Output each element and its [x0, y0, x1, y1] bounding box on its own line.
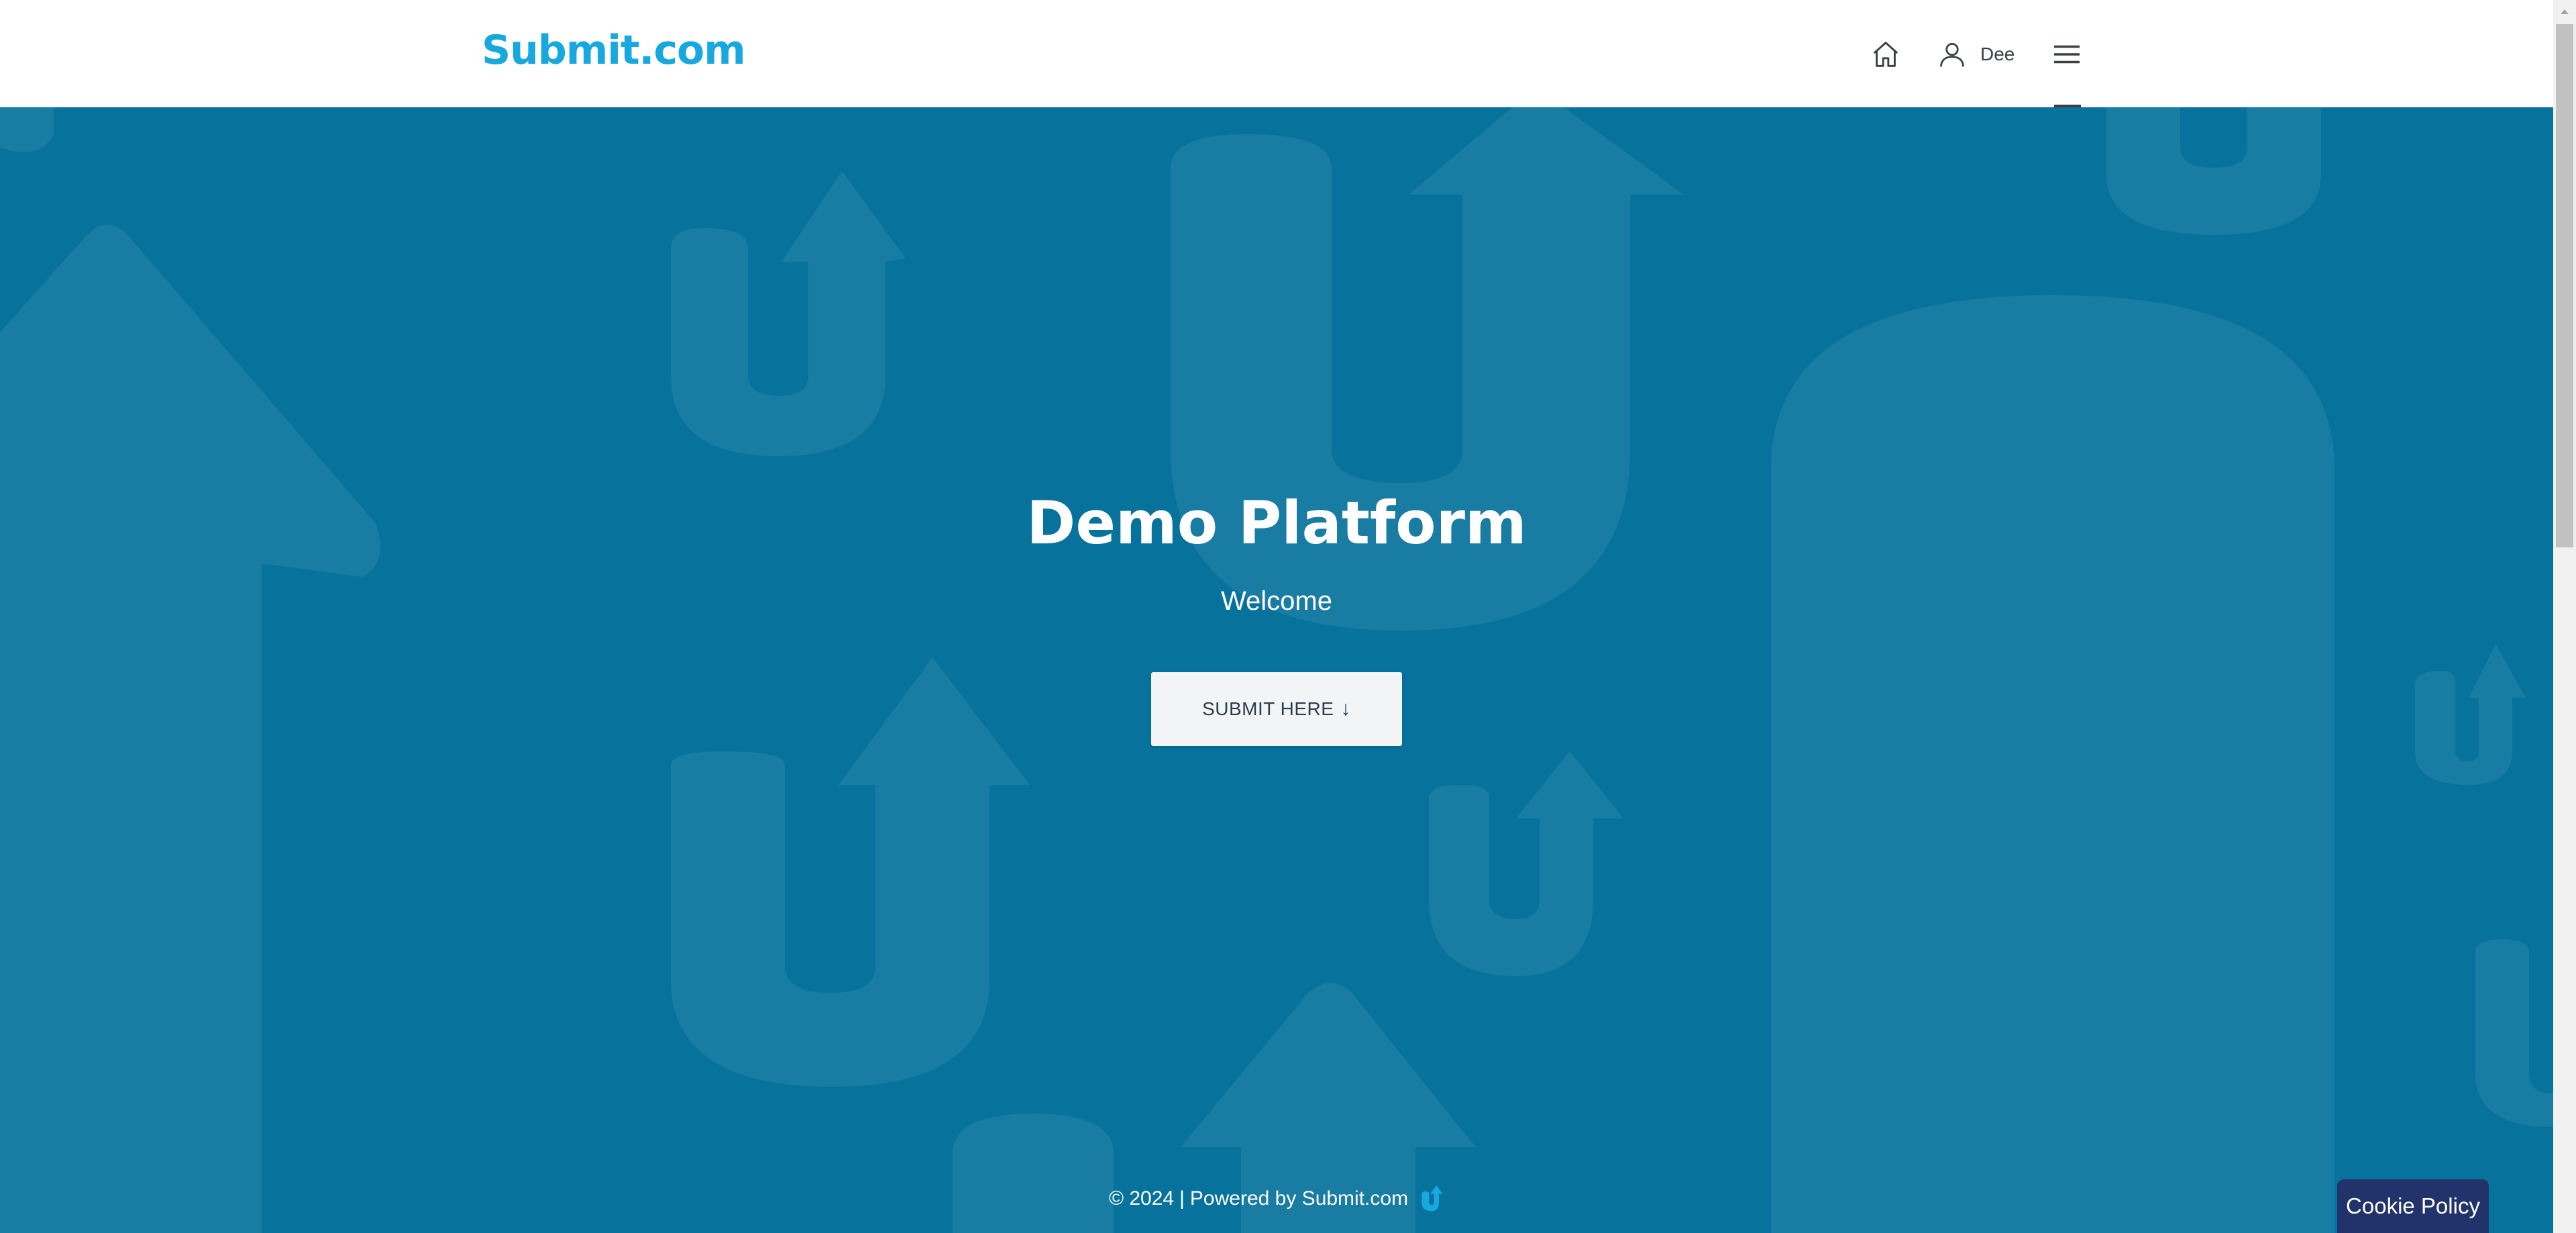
user-icon [1940, 43, 1964, 67]
scrollbar-thumb[interactable] [2556, 24, 2573, 547]
top-header: Submit.com Dee [0, 0, 2553, 107]
user-account-button[interactable]: Dee [1937, 38, 2015, 71]
bg-arrow-small-right [2415, 644, 2526, 785]
submit-logo-icon[interactable] [1419, 1184, 1444, 1214]
scroll-up-arrow-icon[interactable] [2553, 0, 2576, 23]
bg-u-huge-right [1771, 295, 2334, 1233]
bg-u-right-edge [2475, 939, 2553, 1127]
bg-u-medium-bottom-left [671, 657, 1030, 1087]
powered-by-link[interactable]: Powered by Submit.com [1190, 1187, 1408, 1210]
page-subtitle: Welcome [1221, 586, 1332, 616]
bg-u-small-1 [671, 171, 906, 456]
submit-here-label: SUBMIT HERE [1202, 698, 1334, 719]
cookie-policy-button[interactable]: Cookie Policy [2337, 1179, 2489, 1233]
submit-here-button[interactable]: SUBMIT HERE ↓ [1151, 672, 1402, 746]
bg-u-top-right [2106, 107, 2321, 235]
bg-u-corner [0, 107, 54, 152]
logo[interactable]: Submit.com [482, 27, 746, 74]
bg-arrow-large-left [0, 225, 380, 1233]
home-button[interactable] [1870, 39, 1901, 70]
footer: © 2024 | Powered by Submit.com [0, 1182, 2553, 1216]
hamburger-menu-icon [2054, 45, 2080, 64]
home-icon [1873, 42, 1898, 67]
footer-copyright: © 2024 [1108, 1187, 1175, 1210]
vertical-scrollbar[interactable] [2553, 0, 2576, 1233]
page: Submit.com Dee Demo Platform Welcome SUB… [0, 0, 2576, 1233]
footer-separator: | [1179, 1187, 1185, 1210]
user-name: Dee [1980, 44, 2015, 64]
background-pattern [0, 107, 2553, 1233]
page-title: Demo Platform [1026, 488, 1527, 557]
arrow-down-icon: ↓ [1340, 698, 1351, 720]
bg-u-small-center-right [1429, 751, 1623, 976]
menu-active-indicator [2054, 105, 2081, 107]
logo-text: Submit.com [482, 27, 746, 74]
menu-button[interactable] [2051, 39, 2082, 70]
